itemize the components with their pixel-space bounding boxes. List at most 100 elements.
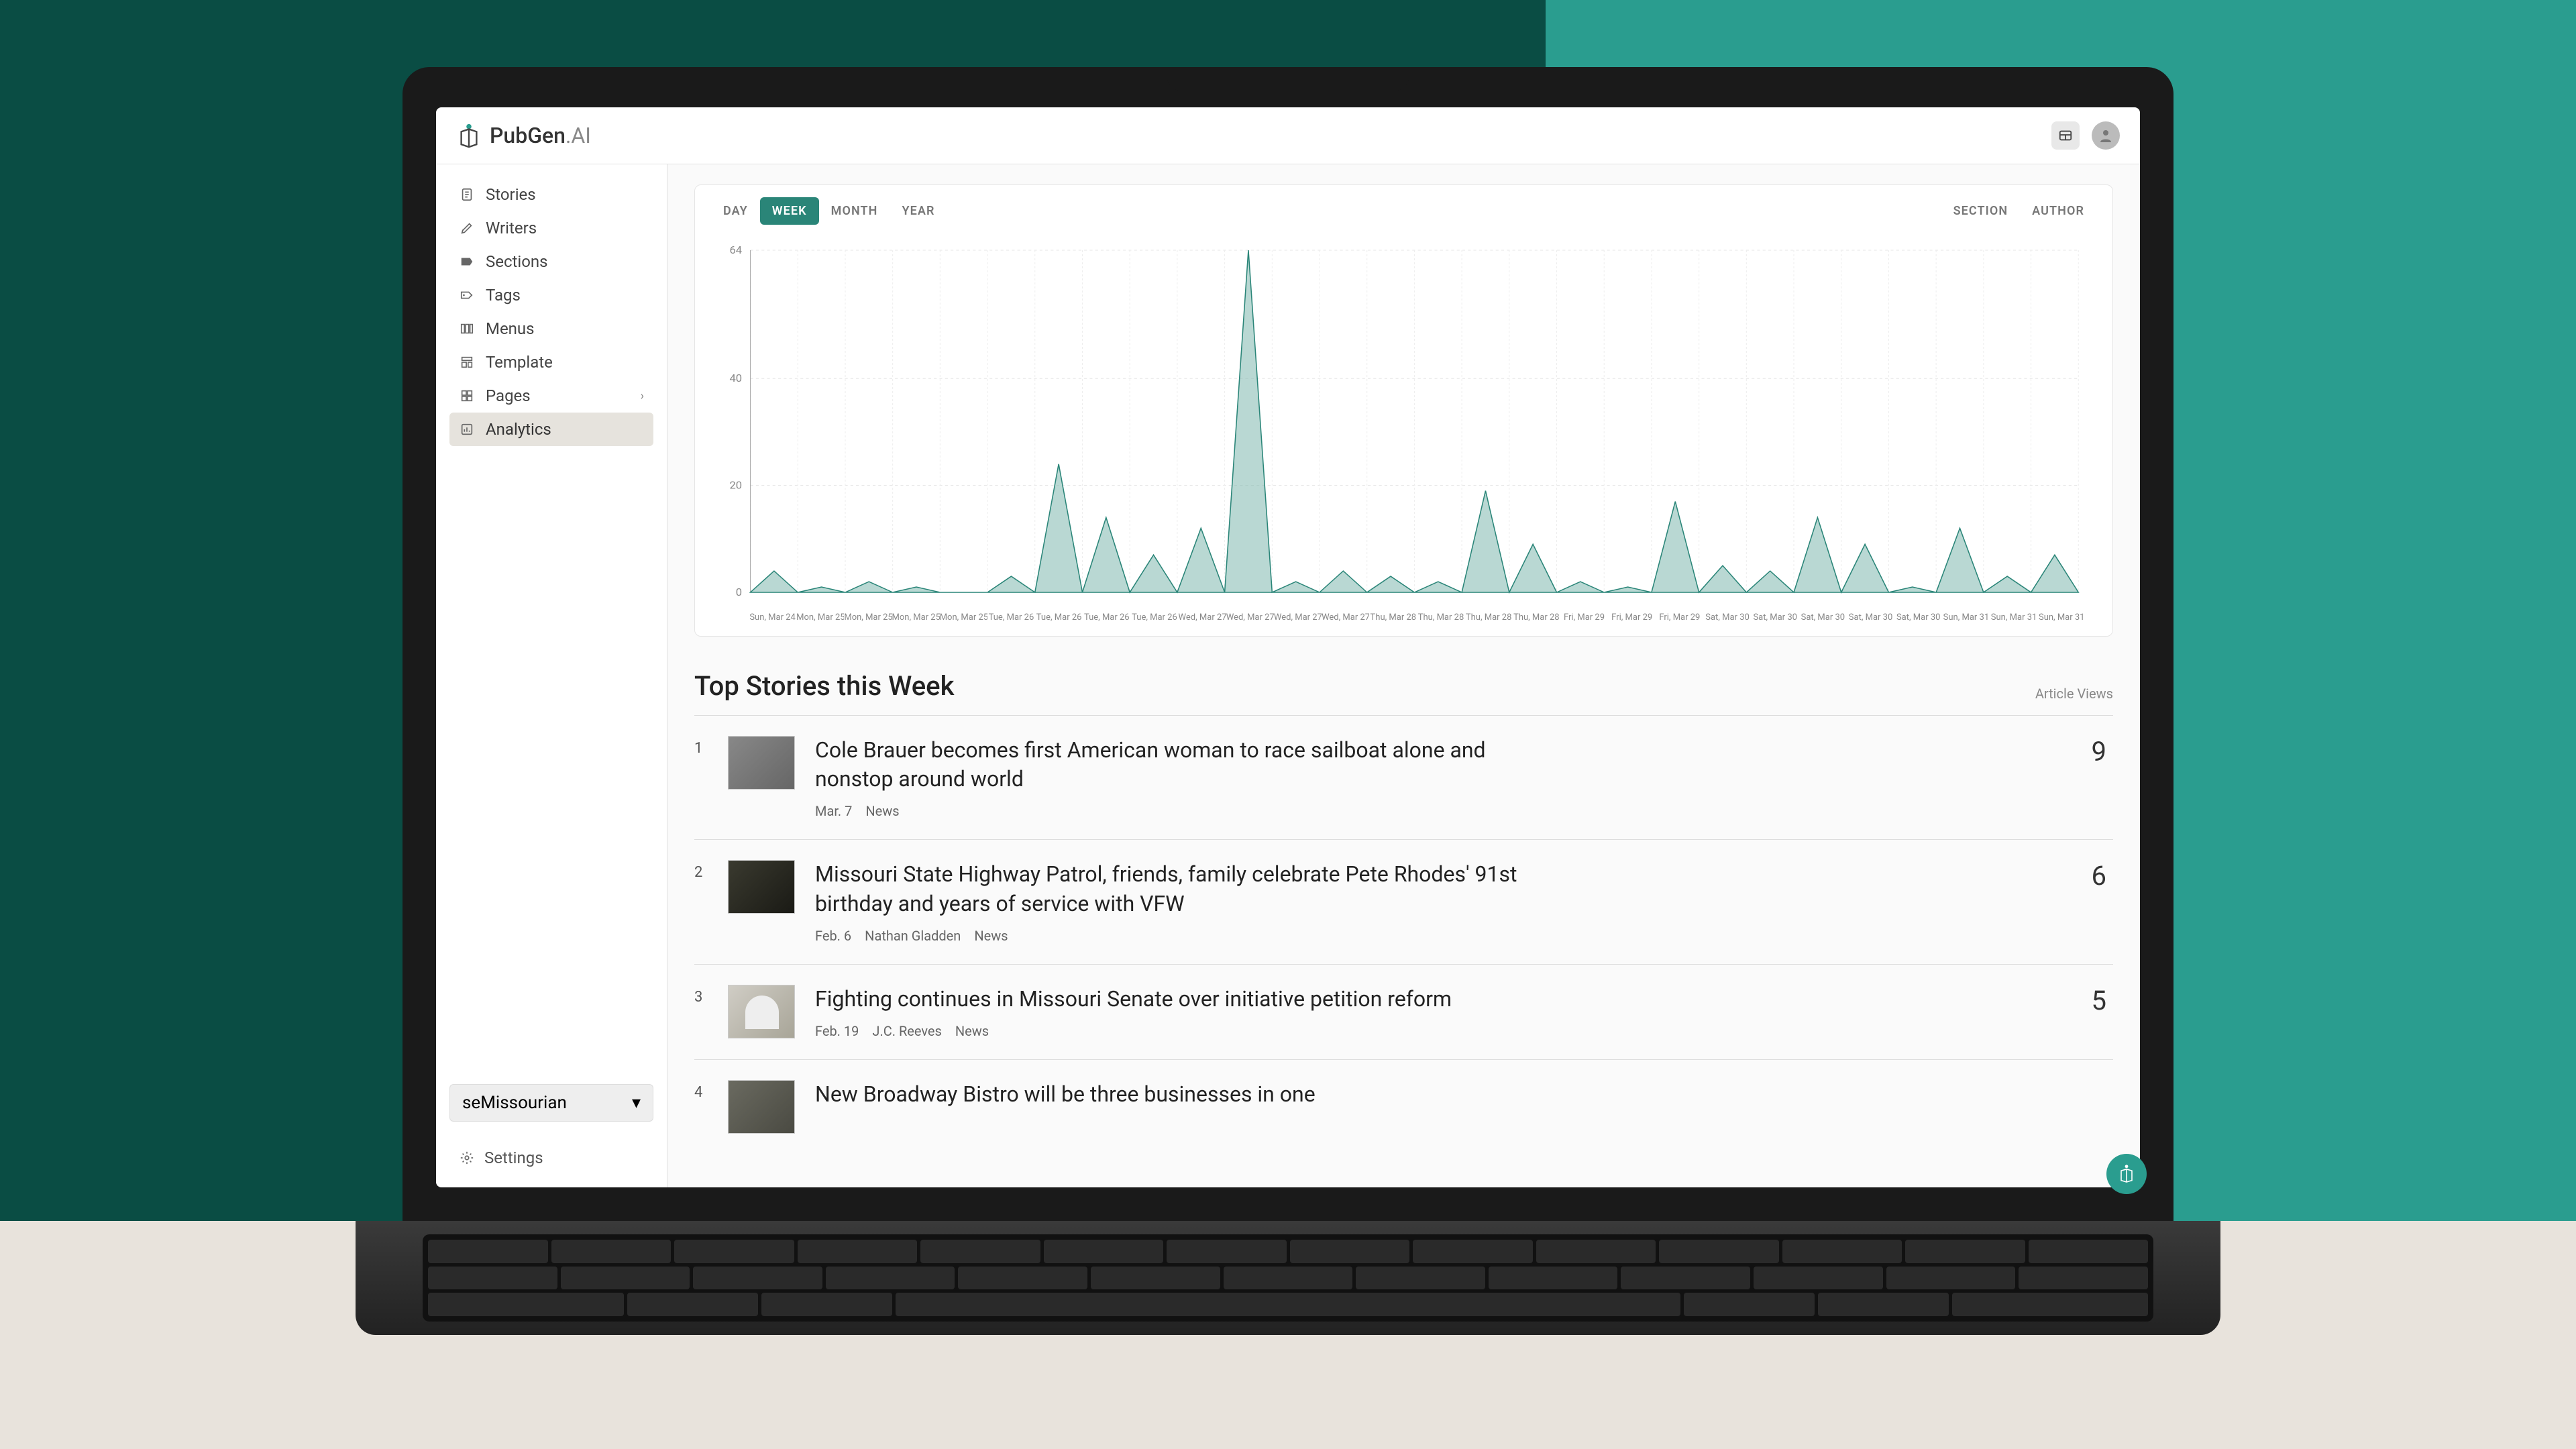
story-thumbnail [728,736,795,790]
story-views: 6 [2092,860,2113,892]
views-column-header: Article Views [2035,686,2113,702]
tab-year[interactable]: YEAR [890,197,947,225]
x-tick-label: Thu, Mar 28 [1465,612,1513,623]
settings-label: Settings [484,1148,543,1167]
site-name: seMissourian [462,1093,567,1113]
brand-logo: PubGen.AI [456,123,591,148]
site-selector[interactable]: seMissourian ▾ [449,1084,653,1122]
x-tick-label: Fri, Mar 29 [1656,612,1703,623]
group-tabs: SECTION AUTHOR [1941,197,2096,225]
nav-label: Template [486,353,553,372]
story-row[interactable]: 1 Cole Brauer becomes first American wom… [694,715,2113,839]
sidebar-item-writers[interactable]: Writers [449,211,653,245]
nav-label: Pages [486,386,531,405]
tab-day[interactable]: DAY [711,197,760,225]
story-section: News [955,1023,989,1039]
x-axis-labels: Sun, Mar 24Mon, Mar 25Mon, Mar 25Mon, Ma… [695,612,2112,636]
period-tabs: DAY WEEK MONTH YEAR [711,197,947,225]
story-author: J.C. Reeves [872,1023,941,1039]
analytics-chart-card: DAY WEEK MONTH YEAR SECTION AUTHOR [694,184,2113,637]
story-rank: 3 [694,985,708,1006]
columns-icon [459,321,475,337]
sidebar-item-stories[interactable]: Stories [449,178,653,211]
brand-suffix: .AI [566,123,591,148]
story-thumbnail [728,1080,795,1134]
sidebar-item-sections[interactable]: Sections [449,245,653,278]
x-tick-label: Sun, Mar 31 [2038,612,2086,623]
svg-text:0: 0 [736,586,742,598]
x-tick-label: Fri, Mar 29 [1560,612,1608,623]
story-thumbnail [728,860,795,914]
tab-section[interactable]: SECTION [1941,197,2021,225]
grid-icon [459,388,475,404]
brand-text: PubGen [490,123,566,148]
x-tick-label: Tue, Mar 26 [1035,612,1083,623]
x-tick-label: Fri, Mar 29 [1608,612,1656,623]
sidebar-item-template[interactable]: Template [449,345,653,379]
story-date: Feb. 19 [815,1023,859,1039]
sidebar-item-analytics[interactable]: Analytics [449,413,653,446]
nav-label: Writers [486,219,537,237]
story-date: Feb. 6 [815,928,851,944]
x-tick-label: Tue, Mar 26 [987,612,1035,623]
document-icon [459,186,475,203]
story-row[interactable]: 4 New Broadway Bistro will be three busi… [694,1059,2113,1154]
pubgen-logo-icon [456,123,482,148]
x-tick-label: Mon, Mar 25 [796,612,844,623]
story-section: News [974,928,1008,944]
story-views: 9 [2092,736,2113,767]
story-author: Nathan Gladden [865,928,961,944]
svg-text:20: 20 [729,479,742,492]
x-tick-label: Wed, Mar 27 [1226,612,1274,623]
caret-down-icon: ▾ [632,1093,641,1113]
top-stories-list: 1 Cole Brauer becomes first American wom… [694,715,2113,1154]
tab-week[interactable]: WEEK [760,197,819,225]
x-tick-label: Sat, Mar 30 [1799,612,1847,623]
story-meta: Mar. 7 News [815,803,1553,819]
x-tick-label: Wed, Mar 27 [1179,612,1226,623]
top-stories-heading: Top Stories this Week [694,670,954,702]
x-tick-label: Sat, Mar 30 [1752,612,1799,623]
layout-icon [2058,128,2073,143]
story-row[interactable]: 3 Fighting continues in Missouri Senate … [694,964,2113,1059]
story-title: Cole Brauer becomes first American woman… [815,736,1553,794]
story-title: New Broadway Bistro will be three busine… [815,1080,1553,1109]
sidebar: Stories Writers Sections Tags [436,164,667,1187]
svg-text:64: 64 [729,244,742,256]
x-tick-label: Mon, Mar 25 [892,612,940,623]
story-views: 5 [2092,985,2113,1016]
settings-link[interactable]: Settings [449,1142,653,1174]
story-date: Mar. 7 [815,803,852,819]
story-meta: Feb. 19 J.C. Reeves News [815,1023,1553,1039]
x-tick-label: Wed, Mar 27 [1322,612,1369,623]
sidebar-item-menus[interactable]: Menus [449,312,653,345]
x-tick-label: Mon, Mar 25 [940,612,987,623]
x-tick-label: Sun, Mar 31 [1990,612,2037,623]
story-row[interactable]: 2 Missouri State Highway Patrol, friends… [694,839,2113,963]
x-tick-label: Sun, Mar 24 [749,612,796,623]
pencil-icon [459,220,475,236]
sidebar-item-tags[interactable]: Tags [449,278,653,312]
tag-solid-icon [459,254,475,270]
x-tick-label: Mon, Mar 25 [844,612,892,623]
tab-author[interactable]: AUTHOR [2020,197,2096,225]
story-rank: 4 [694,1080,708,1101]
x-tick-label: Thu, Mar 28 [1369,612,1417,623]
main-content: DAY WEEK MONTH YEAR SECTION AUTHOR [667,164,2140,1187]
story-title: Missouri State Highway Patrol, friends, … [815,860,1553,918]
tab-month[interactable]: MONTH [819,197,890,225]
user-avatar[interactable] [2092,121,2120,150]
x-tick-label: Sun, Mar 31 [1942,612,1990,623]
person-icon [2098,127,2114,144]
sidebar-item-pages[interactable]: Pages › [449,379,653,413]
x-tick-label: Thu, Mar 28 [1513,612,1560,623]
nav-label: Sections [486,252,548,271]
brand-name: PubGen.AI [490,123,591,148]
nav-label: Tags [486,286,521,305]
svg-text:40: 40 [729,372,742,385]
gear-icon [459,1150,475,1166]
story-section: News [865,803,899,819]
app-header: PubGen.AI [436,107,2140,164]
x-tick-label: Tue, Mar 26 [1083,612,1130,623]
layout-button[interactable] [2051,121,2080,150]
